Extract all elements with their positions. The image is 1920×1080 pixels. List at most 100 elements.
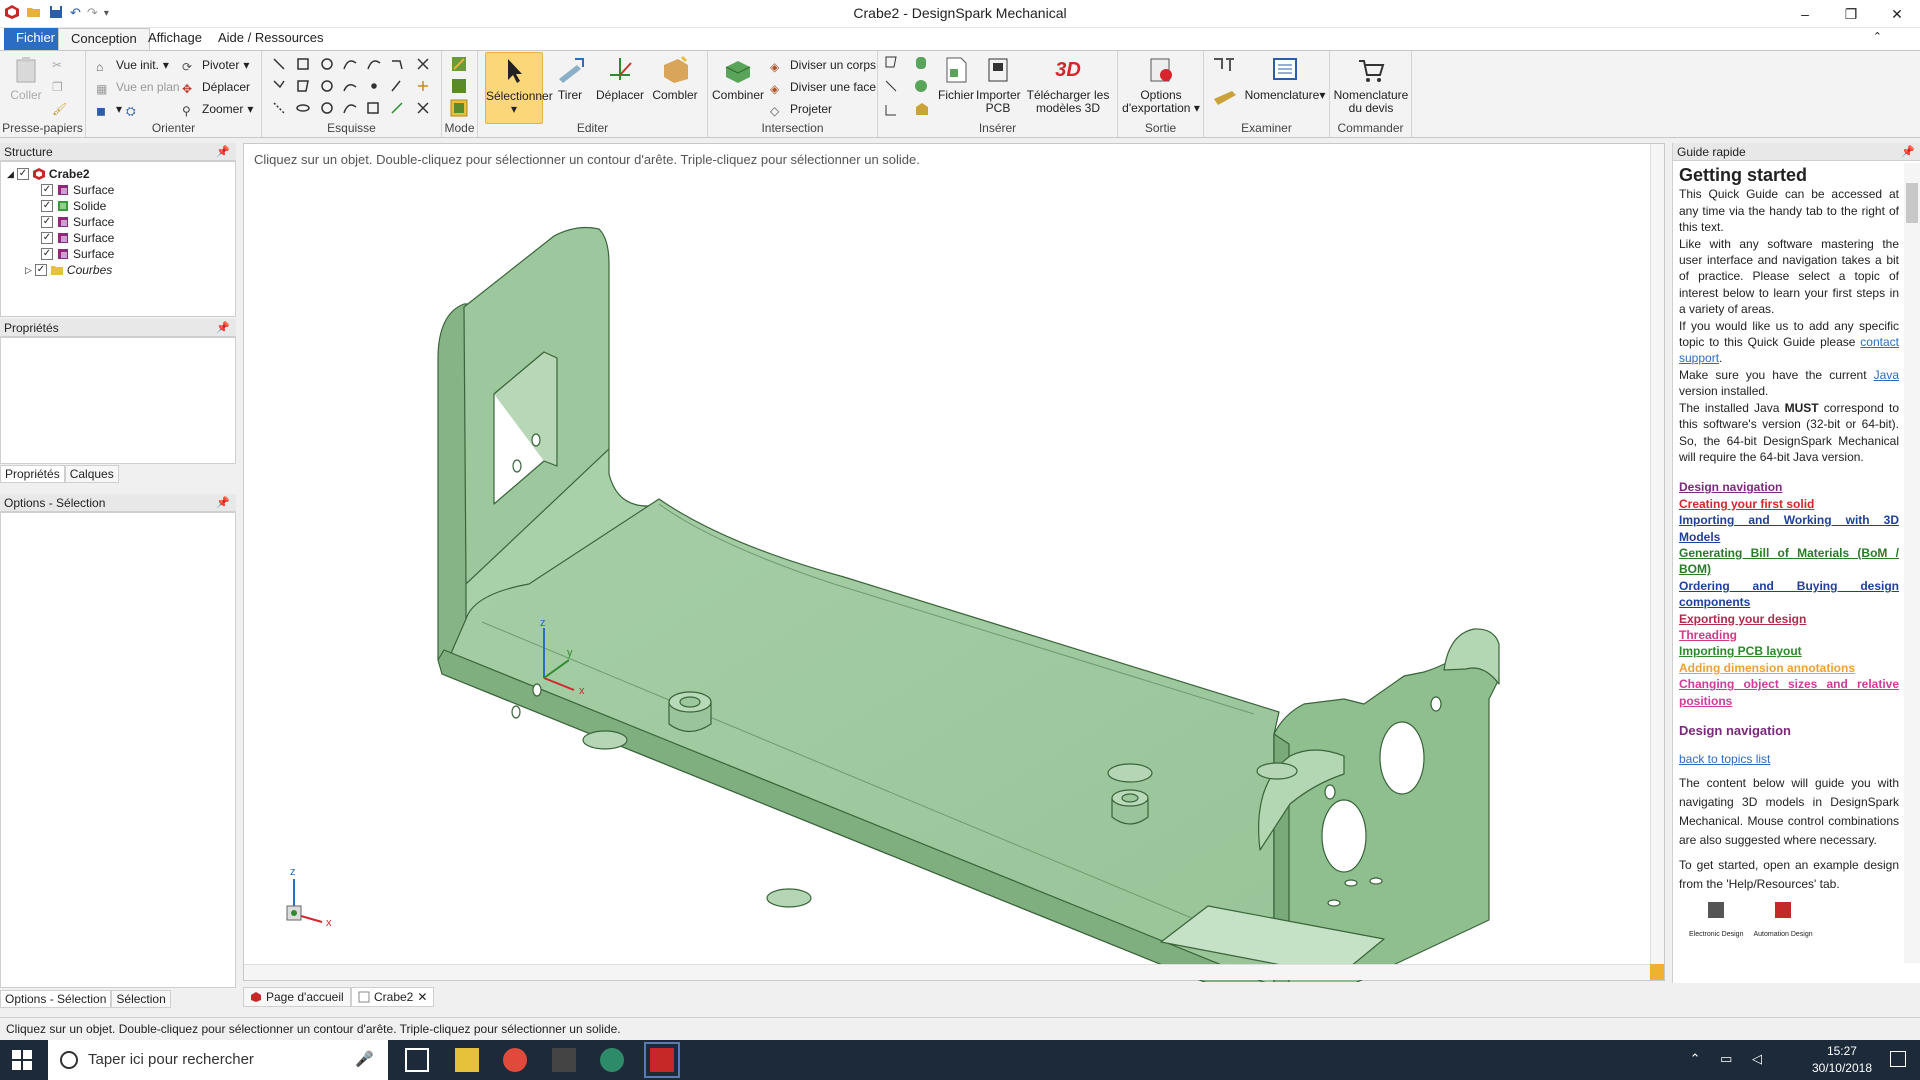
topic-link[interactable]: Exporting your design: [1679, 611, 1899, 627]
format-painter-icon[interactable]: 🖌: [52, 99, 67, 119]
back-to-topics-link[interactable]: back to topics list: [1679, 751, 1899, 767]
tree-checkbox[interactable]: ✓: [41, 184, 53, 196]
tab-page-accueil[interactable]: Page d'accueil: [243, 987, 351, 1007]
viewport-vertical-scrollbar[interactable]: [1650, 144, 1664, 964]
collapse-icon[interactable]: ◢: [7, 169, 14, 180]
view-cube-button[interactable]: ◼ ▾ ⛭: [96, 99, 142, 119]
sketch-tools-icon[interactable]: [270, 55, 436, 121]
expand-icon[interactable]: ▷: [25, 265, 32, 276]
pin-icon[interactable]: 📌: [216, 319, 230, 337]
taskbar-clock[interactable]: 15:27 30/10/2018: [1812, 1043, 1872, 1077]
select-button[interactable]: Sélectionner ▾: [485, 52, 553, 124]
topic-link[interactable]: Ordering and Buying design components: [1679, 578, 1899, 611]
group-order: Nomenclature du devis Commander: [1330, 51, 1412, 137]
app-icon-taskbar[interactable]: [600, 1048, 624, 1072]
tab-calques[interactable]: Calques: [64, 465, 119, 483]
tab-options-selection[interactable]: Options - Sélection: [0, 990, 112, 1008]
designspark-taskbar-icon[interactable]: [644, 1042, 680, 1078]
tree-item-surface-2[interactable]: ✓ Surface: [41, 214, 114, 230]
vue-init-button[interactable]: ⌂ Vue init. ▾: [96, 55, 169, 75]
tree-checkbox[interactable]: ✓: [16, 168, 29, 180]
fill-button[interactable]: Combler: [648, 55, 702, 102]
tree-checkbox[interactable]: ✓: [41, 216, 53, 228]
tree-checkbox[interactable]: ✓: [34, 264, 47, 276]
ribbon-collapse-icon[interactable]: ⌃: [1873, 30, 1882, 43]
maximize-button[interactable]: ❐: [1828, 0, 1874, 28]
split-face-button[interactable]: ◈ Diviser une face: [770, 77, 876, 97]
examine-icons[interactable]: [1212, 55, 1238, 115]
combine-icon: [725, 61, 751, 83]
tree-item-surface-3[interactable]: ✓ Surface: [41, 230, 114, 246]
split-body-icon: ◈: [770, 60, 780, 74]
zoomer-button[interactable]: ⚲ Zoomer ▾: [182, 99, 253, 119]
minimize-button[interactable]: –: [1782, 0, 1828, 28]
insert-file-button[interactable]: Fichier: [938, 55, 974, 102]
tree-item-surface-4[interactable]: ✓ Surface: [41, 246, 114, 262]
java-link[interactable]: Java: [1874, 368, 1899, 382]
chrome-icon[interactable]: [503, 1048, 527, 1072]
pin-icon[interactable]: 📌: [216, 143, 230, 161]
guide-scrollbar[interactable]: [1904, 163, 1920, 963]
tab-crabe2[interactable]: Crabe2 ✕: [351, 987, 435, 1007]
system-tray-icons[interactable]: ⌃ ▭ ◁: [1690, 1051, 1770, 1067]
topic-link[interactable]: Threading: [1679, 627, 1899, 643]
tree-checkbox[interactable]: ✓: [41, 200, 53, 212]
pin-icon[interactable]: 📌: [216, 494, 230, 512]
import-pcb-button[interactable]: Importer PCB: [976, 55, 1021, 115]
pin-icon[interactable]: 📌: [1901, 143, 1915, 161]
deplacer-view-button[interactable]: ✥ Déplacer: [182, 77, 250, 97]
tab-proprietes[interactable]: Propriétés: [0, 465, 65, 483]
topic-link[interactable]: Design navigation: [1679, 479, 1899, 495]
tree-item-surface-1[interactable]: ✓ Surface: [41, 182, 114, 198]
combine-button[interactable]: Combiner: [712, 55, 764, 102]
close-button[interactable]: ✕: [1874, 0, 1920, 28]
tree-item-solid[interactable]: ✓ Solide: [41, 198, 106, 214]
bom-button[interactable]: Nomenclature▾: [1244, 55, 1326, 102]
tree-checkbox[interactable]: ✓: [41, 248, 53, 260]
topic-link[interactable]: Importing and Working with 3D Models: [1679, 512, 1899, 545]
example-thumb-automation[interactable]: Automation Design: [1753, 900, 1813, 944]
project-button[interactable]: ◇ Projeter: [770, 99, 832, 119]
tree-root[interactable]: ◢ ✓ Crabe2: [7, 166, 90, 182]
windows-start-icon[interactable]: [12, 1050, 32, 1070]
home-page-icon: [251, 992, 261, 1002]
notifications-icon[interactable]: [1890, 1051, 1906, 1067]
3d-viewport[interactable]: Cliquez sur un objet. Double-cliquez pou…: [243, 143, 1666, 982]
tab-selection[interactable]: Sélection: [111, 990, 171, 1008]
tree-item-curves[interactable]: ▷ ✓ Courbes: [25, 262, 112, 278]
tree-checkbox[interactable]: ✓: [41, 232, 53, 244]
3d-model[interactable]: z x y z x: [244, 144, 1666, 982]
close-tab-icon[interactable]: ✕: [417, 988, 427, 1006]
copy-icon[interactable]: ❐: [52, 77, 63, 97]
ribbon: Coller ✂ ❐ 🖌 Presse-papiers ⌂ Vue init. ▾…: [0, 50, 1920, 138]
microphone-icon[interactable]: 🎤: [355, 1040, 374, 1080]
export-options-button[interactable]: Options d'exportation ▾: [1122, 55, 1200, 115]
tree-item-label: Solide: [73, 199, 107, 213]
insert-small-icons[interactable]: [884, 55, 934, 119]
cut-icon[interactable]: ✂: [52, 55, 62, 75]
vue-en-plan-button[interactable]: ▦ Vue en plan: [96, 77, 180, 97]
split-body-button[interactable]: ◈ Diviser un corps: [770, 55, 876, 75]
example-thumb-electronic[interactable]: Electronic Design: [1689, 900, 1743, 944]
file-explorer-icon[interactable]: [455, 1048, 479, 1072]
move-button[interactable]: Déplacer: [594, 55, 646, 102]
topic-link[interactable]: Importing PCB layout: [1679, 643, 1899, 659]
taskbar-search-box[interactable]: Taper ici pour rechercher 🎤: [48, 1040, 388, 1080]
topic-link[interactable]: Creating your first solid: [1679, 496, 1899, 512]
guide-paragraph: Like with any software mastering the use…: [1679, 236, 1899, 317]
task-view-icon[interactable]: [405, 1048, 429, 1072]
download-3d-models-button[interactable]: 3D Télécharger les modèles 3D: [1022, 55, 1114, 115]
mode-icons[interactable]: [450, 55, 470, 119]
topic-link[interactable]: Adding dimension annotations: [1679, 660, 1899, 676]
topic-link[interactable]: Changing object sizes and relative posit…: [1679, 676, 1899, 709]
topic-link[interactable]: Generating Bill of Materials (BoM / BOM): [1679, 545, 1899, 578]
options-body: [0, 512, 236, 988]
paste-button[interactable]: Coller: [6, 55, 46, 102]
quote-bom-button[interactable]: Nomenclature du devis: [1332, 55, 1410, 115]
tab-affichage[interactable]: Affichage: [136, 28, 214, 50]
tab-aide-ressources[interactable]: Aide / Ressources: [206, 28, 336, 50]
viewport-horizontal-scrollbar[interactable]: [244, 964, 1652, 980]
calculator-icon[interactable]: [552, 1048, 576, 1072]
pivoter-button[interactable]: ⟳ Pivoter ▾: [182, 55, 249, 75]
pull-button[interactable]: Tirer: [548, 55, 592, 102]
